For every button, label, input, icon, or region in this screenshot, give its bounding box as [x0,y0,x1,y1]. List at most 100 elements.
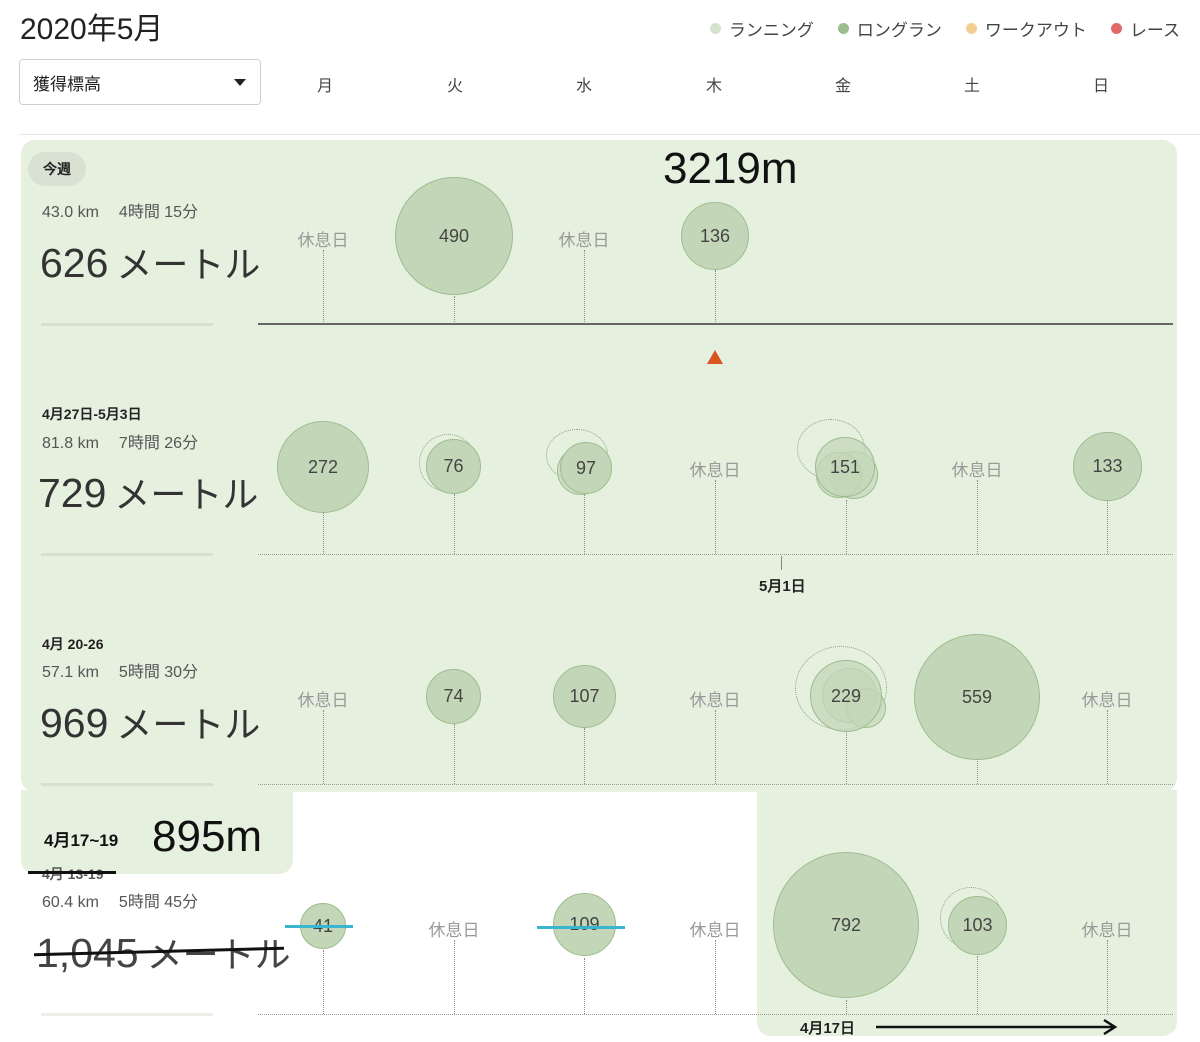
legend-item-workout[interactable]: ワークアウト [965,16,1087,41]
activity-bubble[interactable]: 151 [815,437,875,497]
day-stem [846,500,847,554]
day-stem [715,710,716,784]
day-stem [323,710,324,784]
day-header-fri: 金 [834,78,851,95]
week-time: 5時間 30分 [118,664,199,681]
week-label: 4月 13-19 [42,866,104,882]
activity-bubble[interactable]: 136 [681,202,749,270]
week-summary-rule [41,323,213,326]
day-header-sun: 日 [1092,78,1109,95]
week-elevation-unit: メートル [116,244,261,285]
day-header-tue: 火 [446,78,463,95]
day-header-mon: 月 [316,78,333,95]
activity-bubble[interactable]: 97 [560,442,612,494]
date-marker-tick [781,556,782,570]
metric-select-value: 獲得標高 [33,74,101,94]
legend-label: レース [1129,21,1180,40]
day-stem [323,512,324,554]
day-stem [846,1000,847,1014]
day-stem [846,730,847,784]
week-elevation: 969 メートル [40,696,260,748]
chevron-down-icon [234,79,246,86]
activity-bubble[interactable]: 109 [553,893,616,956]
week-summary-rule [41,783,213,786]
page-title: 2020年5月 [20,13,164,46]
day-stem [1107,940,1108,1014]
legend-dot-race [1110,23,1122,34]
week-elevation-value: 729 [38,470,107,516]
week-elevation-value: 969 [40,700,109,746]
week-baseline [258,554,1173,555]
legend-label: ワークアウト [984,21,1087,40]
day-stem [323,950,324,1014]
week-label: 4月27日-5月3日 [42,406,142,422]
handwritten-annotation-total: 895m [152,812,263,861]
this-week-chip: 今週 [28,152,86,186]
metric-select[interactable]: 獲得標高 [19,59,261,105]
header-divider [19,134,1200,135]
week-distance: 43.0 km [42,204,99,221]
week-label: 4月 20-26 [42,636,104,652]
week-stats: 81.8 km 7時間 26分 [42,429,198,453]
arrow-right-icon [876,1018,1118,1036]
week-summary-rule [41,1013,213,1016]
rest-day-label: 休息日 [1081,691,1133,710]
activity-bubble[interactable]: 490 [395,177,513,295]
rest-day-label: 休息日 [689,691,741,710]
week-elevation: 729 メートル [38,466,258,518]
day-stem [977,480,978,554]
legend: ランニング ロングラン ワークアウト レース [709,16,1180,41]
week-stats: 57.1 km 5時間 30分 [42,658,198,682]
legend-item-long-run[interactable]: ロングラン [837,16,942,41]
activity-bubble[interactable]: 133 [1073,432,1142,501]
day-stem [454,296,455,324]
week-time: 5時間 45分 [118,894,199,911]
highlight-strike-mark [285,925,353,928]
day-stem [584,250,585,324]
day-stem [715,270,716,324]
activity-bubble[interactable]: 272 [277,421,369,513]
day-stem [1107,500,1108,554]
legend-item-running[interactable]: ランニング [709,16,814,41]
day-stem [454,724,455,784]
handwritten-annotation-label: 4月17~19 [44,831,119,850]
strikethrough-mark [28,871,116,874]
activity-bubble[interactable]: 76 [426,439,481,494]
week-distance: 60.4 km [42,894,99,911]
week-elevation-value: 626 [40,240,109,286]
activity-bubble[interactable]: 74 [426,669,481,724]
day-stem [454,940,455,1014]
activity-bubble[interactable]: 103 [948,896,1007,955]
legend-dot-workout [965,23,977,34]
rest-day-label: 休息日 [689,461,741,480]
day-stem [584,728,585,784]
day-stem [454,494,455,554]
highlight-strike-mark [537,926,625,929]
date-marker: 4月17日 [800,1020,856,1037]
day-stem [1107,710,1108,784]
day-header-thu: 木 [705,78,722,95]
day-stem [977,758,978,784]
week-elevation-unit: メートル [116,704,261,745]
week-stats: 60.4 km 5時間 45分 [42,888,198,912]
legend-dot-long-run [837,23,849,34]
activity-bubble[interactable]: 229 [810,660,882,732]
week-summary-rule [41,553,213,556]
day-header-wed: 水 [575,78,592,95]
activity-bubble[interactable]: 792 [773,852,919,998]
legend-dot-running [709,23,721,34]
day-stem [977,956,978,1014]
activity-bubble[interactable]: 559 [914,634,1040,760]
today-timeline [258,323,1173,325]
rest-day-label: 休息日 [689,921,741,940]
day-stem [584,494,585,554]
activity-bubble[interactable]: 107 [553,665,616,728]
legend-label: ロングラン [856,21,942,40]
rest-day-label: 休息日 [558,231,610,250]
legend-item-race[interactable]: レース [1110,16,1180,41]
day-stem [584,958,585,1014]
day-stem [715,480,716,554]
week-time: 4時間 15分 [118,204,199,221]
week-elevation: 626 メートル [40,236,260,288]
today-marker-icon [707,350,723,364]
